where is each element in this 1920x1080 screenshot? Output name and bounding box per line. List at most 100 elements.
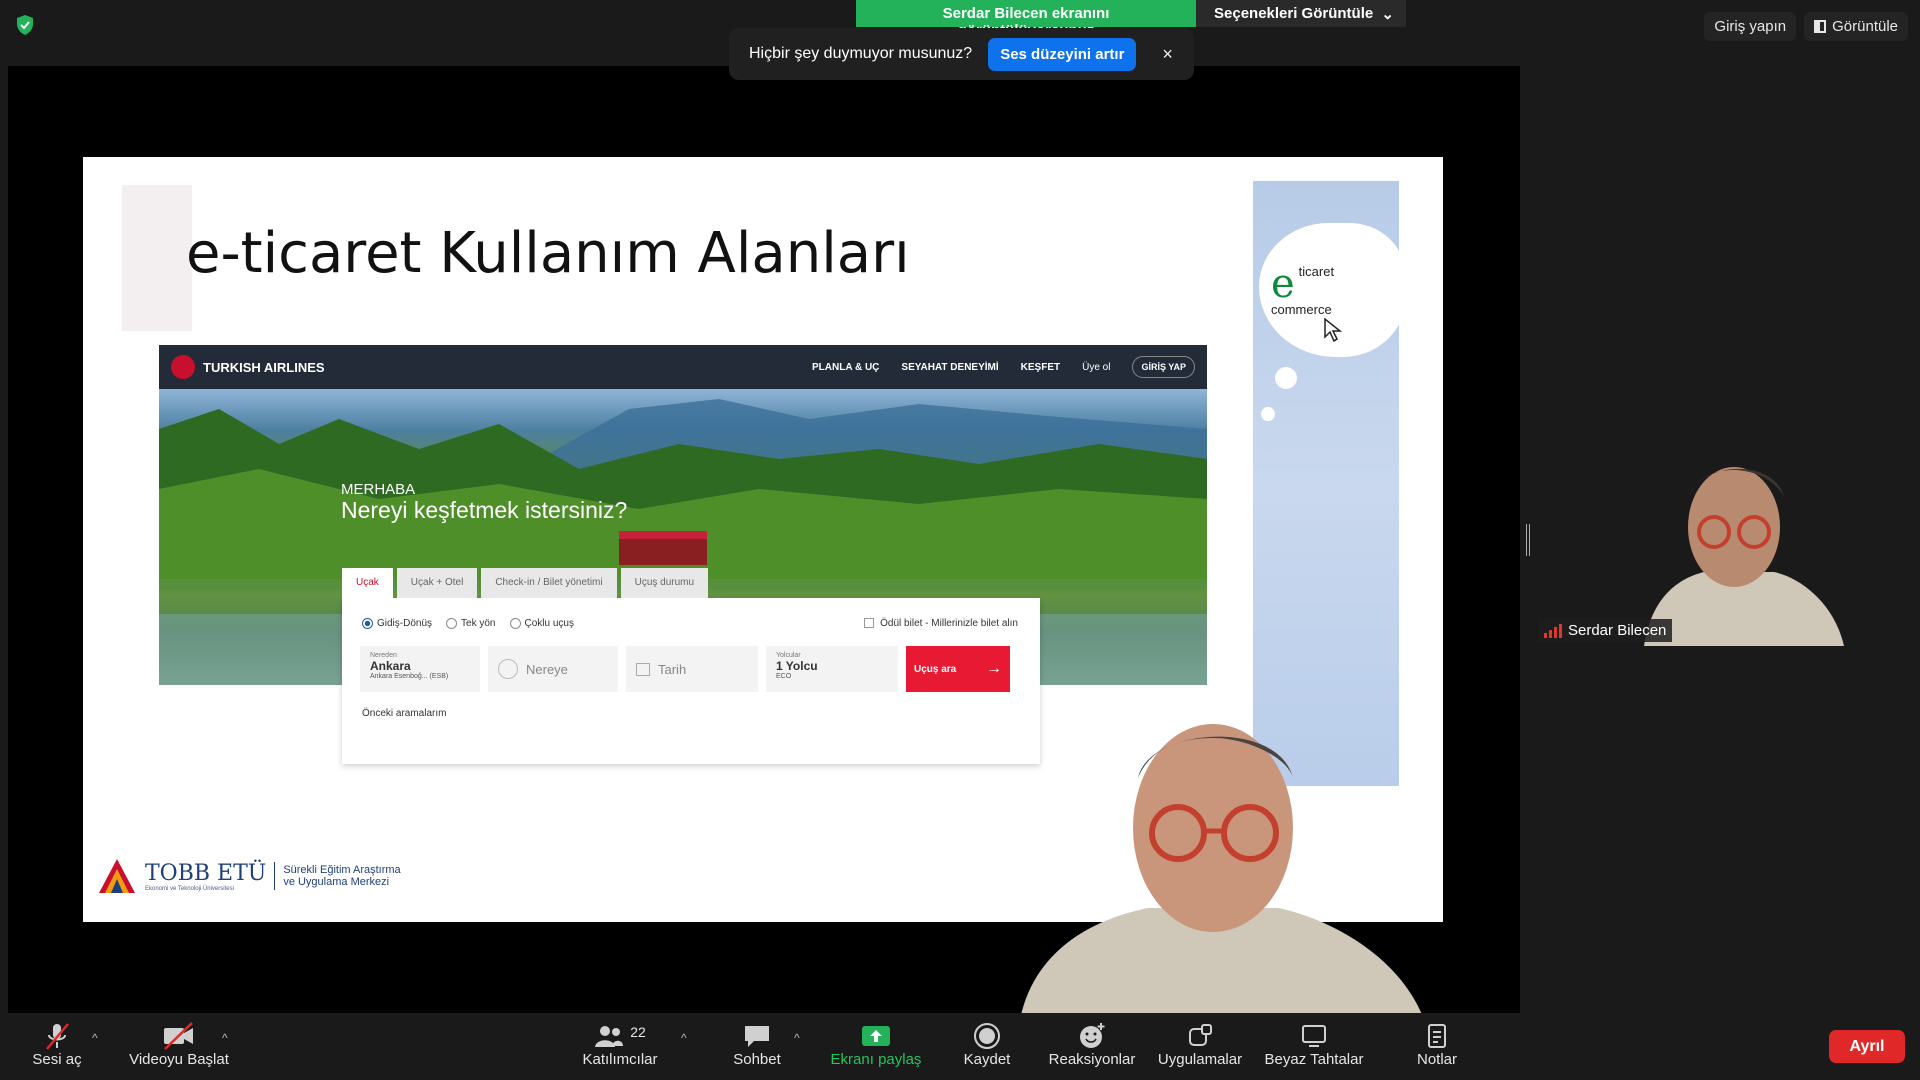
calendar-icon [636, 662, 650, 676]
participant-video-tile[interactable]: Serdar Bilecen [1534, 452, 1866, 646]
ta-search-fields: Nereden Ankara Ankara Esenboğ... (ESB) N… [360, 646, 1010, 692]
ta-from-label: Nereden [370, 652, 397, 659]
video-off-icon [164, 1022, 193, 1050]
ta-logo-text: TURKISH AIRLINES [203, 359, 325, 375]
ta-search-button: Uçuş ara → [906, 646, 1010, 692]
apps-button[interactable]: Uygulamalar [1152, 1021, 1248, 1068]
ta-greeting: MERHABA [341, 481, 416, 498]
close-icon[interactable]: × [1162, 44, 1173, 65]
audio-hint-message: Hiçbir şey duymuyor musunuz? [749, 45, 973, 62]
apps-icon [1189, 1024, 1212, 1046]
screen-share-banner: Serdar Bilecen ekranını görüntülüyorsunu… [856, 0, 1406, 39]
chat-bubble-icon [745, 1026, 769, 1047]
caret-up-icon[interactable]: ^ [92, 1031, 98, 1045]
reactions-label: Reaksiyonlar [1048, 1051, 1136, 1068]
signal-bars-icon [1544, 623, 1562, 638]
chat-label: Sohbet [733, 1051, 781, 1068]
cursor-icon [1324, 317, 1343, 343]
share-screen-label: Ekranı paylaş [830, 1051, 922, 1068]
tobb-name: TOBB ETÜ [145, 860, 267, 886]
notes-button[interactable]: Notlar [1410, 1021, 1464, 1068]
share-status-text: Serdar Bilecen ekranını görüntülüyorsunu… [856, 0, 1196, 39]
radio-icon [446, 618, 458, 629]
ta-tab-flight-hotel: Uçak + Otel [396, 568, 478, 598]
ta-radio-roundtrip: Gidiş-Dönüş [362, 618, 432, 629]
caret-up-icon[interactable]: ^ [222, 1031, 228, 1045]
zoom-meeting-window: { "top_bar": { "share_status": "Serdar B… [0, 0, 1920, 1080]
ta-tab-checkin: Check-in / Bilet yönetimi [481, 568, 617, 598]
arrow-right-icon: → [986, 660, 1002, 677]
unmute-button[interactable]: Sesi aç [32, 1021, 82, 1068]
ta-radio-multicity: Çoklu uçuş [509, 618, 574, 629]
microphone-muted-icon [46, 1023, 69, 1050]
chat-button[interactable]: Sohbet [727, 1021, 787, 1068]
tobb-divider [274, 862, 276, 890]
ta-from-sub: Ankara Esenboğ... (ESB) [370, 673, 449, 680]
ta-search-label: Uçuş ara [914, 663, 957, 675]
ta-nav-signup: Üye ol [1082, 361, 1111, 373]
ta-date-field: Tarih [626, 646, 758, 692]
presenter-video-overlay [1018, 724, 1428, 1032]
ta-booking-tabs: Uçak Uçak + Otel Check-in / Bilet yöneti… [342, 568, 709, 598]
layout-view-icon [1814, 20, 1827, 33]
ta-radio-oneway: Tek yön [446, 618, 496, 629]
record-icon [974, 1023, 1000, 1049]
ta-nav-links: PLANLA & UÇ SEYAHAT DENEYİMİ KEŞFET Üye … [812, 356, 1195, 378]
whiteboard-icon [1302, 1025, 1326, 1047]
start-video-label: Videoyu Başlat [129, 1051, 229, 1068]
eticaret-logo: e ticaret commerce [1271, 264, 1351, 346]
notes-icon [1428, 1024, 1446, 1048]
ta-pax-class: ECO [776, 673, 792, 680]
unmute-label: Sesi aç [32, 1051, 82, 1068]
security-shield-icon[interactable] [14, 14, 36, 36]
radio-selected-icon [362, 618, 373, 629]
eticaret-side-panel: e ticaret commerce [1253, 181, 1399, 786]
view-label: Görüntüle [1832, 18, 1898, 35]
ta-previous-searches: Önceki aramalarım [362, 708, 447, 719]
view-options-label: Seçenekleri Görüntüle [1214, 5, 1374, 22]
ta-from-value: Ankara [370, 659, 411, 673]
caret-up-icon[interactable]: ^ [794, 1031, 800, 1045]
caret-up-icon[interactable]: ^ [681, 1031, 687, 1045]
people-icon [595, 1026, 624, 1047]
ta-tab-flight: Uçak [342, 568, 393, 598]
share-screen-icon [862, 1026, 890, 1046]
title-accent-block [122, 185, 192, 331]
participants-icon-group: 22 [594, 1021, 646, 1051]
tobb-etu-logo: TOBB ETÜ Ekonomi ve Teknoloji Üniversite… [97, 857, 401, 895]
increase-volume-button[interactable]: Ses düzeyini artır [988, 37, 1137, 71]
sign-in-button[interactable]: Giriş yapın [1704, 12, 1797, 41]
whiteboards-button[interactable]: Beyaz Tahtalar [1264, 1021, 1364, 1068]
panel-resize-handle[interactable] [1526, 524, 1530, 556]
start-video-button[interactable]: Videoyu Başlat [127, 1021, 231, 1068]
tobb-center-line1: Sürekli Eğitim Araştırma [283, 864, 401, 876]
participants-count: 22 [630, 1024, 646, 1040]
ta-nav-plan: PLANLA & UÇ [812, 361, 880, 373]
audio-hint-toast: Hiçbir şey duymuyor musunuz? Ses düzeyin… [729, 28, 1194, 80]
view-options-dropdown[interactable]: Seçenekleri Görüntüle ⌄ [1196, 0, 1406, 27]
share-screen-button[interactable]: Ekranı paylaş [826, 1021, 926, 1068]
bubble-shape [1261, 407, 1275, 421]
top-right-controls: Giriş yapın Görüntüle [1704, 12, 1908, 41]
reactions-button[interactable]: Reaksiyonlar [1044, 1021, 1140, 1068]
ta-nav-experience: SEYAHAT DENEYİMİ [901, 361, 999, 373]
tobb-subtitle: Ekonomi ve Teknoloji Üniversitesi [145, 885, 234, 892]
ta-pax-label: Yolcular [776, 652, 801, 659]
ta-date-placeholder: Tarih [658, 661, 687, 677]
ta-to-placeholder: Nereye [526, 661, 568, 677]
participants-label: Katılımcılar [582, 1051, 658, 1068]
leave-button[interactable]: Ayrıl [1829, 1030, 1905, 1063]
shared-screen-area: e-ticaret Kullanım Alanları TURKISH AIRL… [8, 66, 1520, 1032]
record-button[interactable]: Kaydet [956, 1021, 1018, 1068]
ta-to-field: Nereye [488, 646, 618, 692]
meeting-toolbar: Sesi aç ^ Videoyu Başlat ^ 22 Katılımcıl… [0, 1013, 1920, 1080]
participants-button[interactable]: 22 Katılımcılar [580, 1021, 660, 1068]
bubble-shape [1275, 367, 1297, 389]
ta-passengers-field: Yolcular 1 Yolcu ECO [766, 646, 898, 692]
participant-video-feed [1644, 467, 1844, 646]
ta-from-field: Nereden Ankara Ankara Esenboğ... (ESB) [360, 646, 480, 692]
view-button[interactable]: Görüntüle [1804, 12, 1908, 41]
smiley-icon [1080, 1023, 1105, 1048]
notes-label: Notlar [1416, 1051, 1457, 1068]
turkish-airlines-screenshot: TURKISH AIRLINES PLANLA & UÇ SEYAHAT DEN… [159, 345, 1207, 764]
